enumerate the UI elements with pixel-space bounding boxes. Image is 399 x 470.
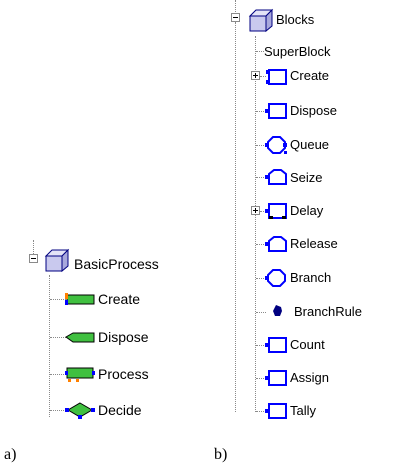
tree-item-superblock-label[interactable]: SuperBlock [264,44,330,60]
tally-block-icon [264,402,288,420]
tree-item-tally-label[interactable]: Tally [290,403,316,419]
tree-item-dispose-label[interactable]: Dispose [290,103,337,119]
branch-block-icon [264,268,288,288]
tree-line [235,22,236,412]
delay-block-icon [264,202,288,220]
seize-block-icon [264,168,288,186]
cube-icon [248,8,274,33]
tree-item-branchrule-label[interactable]: BranchRule [294,304,362,320]
create-block-icon [264,68,288,86]
count-block-icon [264,336,288,354]
branchrule-icon [272,304,284,318]
tree-item-create-label[interactable]: Create [290,68,329,84]
tree-line [256,312,266,313]
collapse-toggle[interactable] [231,13,240,22]
tree-item-release-label[interactable]: Release [290,236,338,252]
release-block-icon [264,235,288,253]
panel-b-tree: Blocks SuperBlock Create Dispose Queue S… [0,0,399,470]
tree-item-count-label[interactable]: Count [290,337,325,353]
tree-root-label[interactable]: Blocks [276,12,314,28]
tree-line [255,36,256,412]
tree-item-assign-label[interactable]: Assign [290,370,329,386]
assign-block-icon [264,369,288,387]
queue-block-icon [264,135,288,155]
tree-line [235,0,236,14]
dispose-block-icon [264,102,288,120]
expand-toggle[interactable] [251,206,260,215]
expand-toggle[interactable] [251,71,260,80]
tree-item-seize-label[interactable]: Seize [290,170,323,186]
panel-b-caption: b) [214,446,228,463]
tree-item-queue-label[interactable]: Queue [290,137,329,153]
tree-item-delay-label[interactable]: Delay [290,203,323,219]
tree-line [256,51,264,52]
tree-item-branch-label[interactable]: Branch [290,270,331,286]
